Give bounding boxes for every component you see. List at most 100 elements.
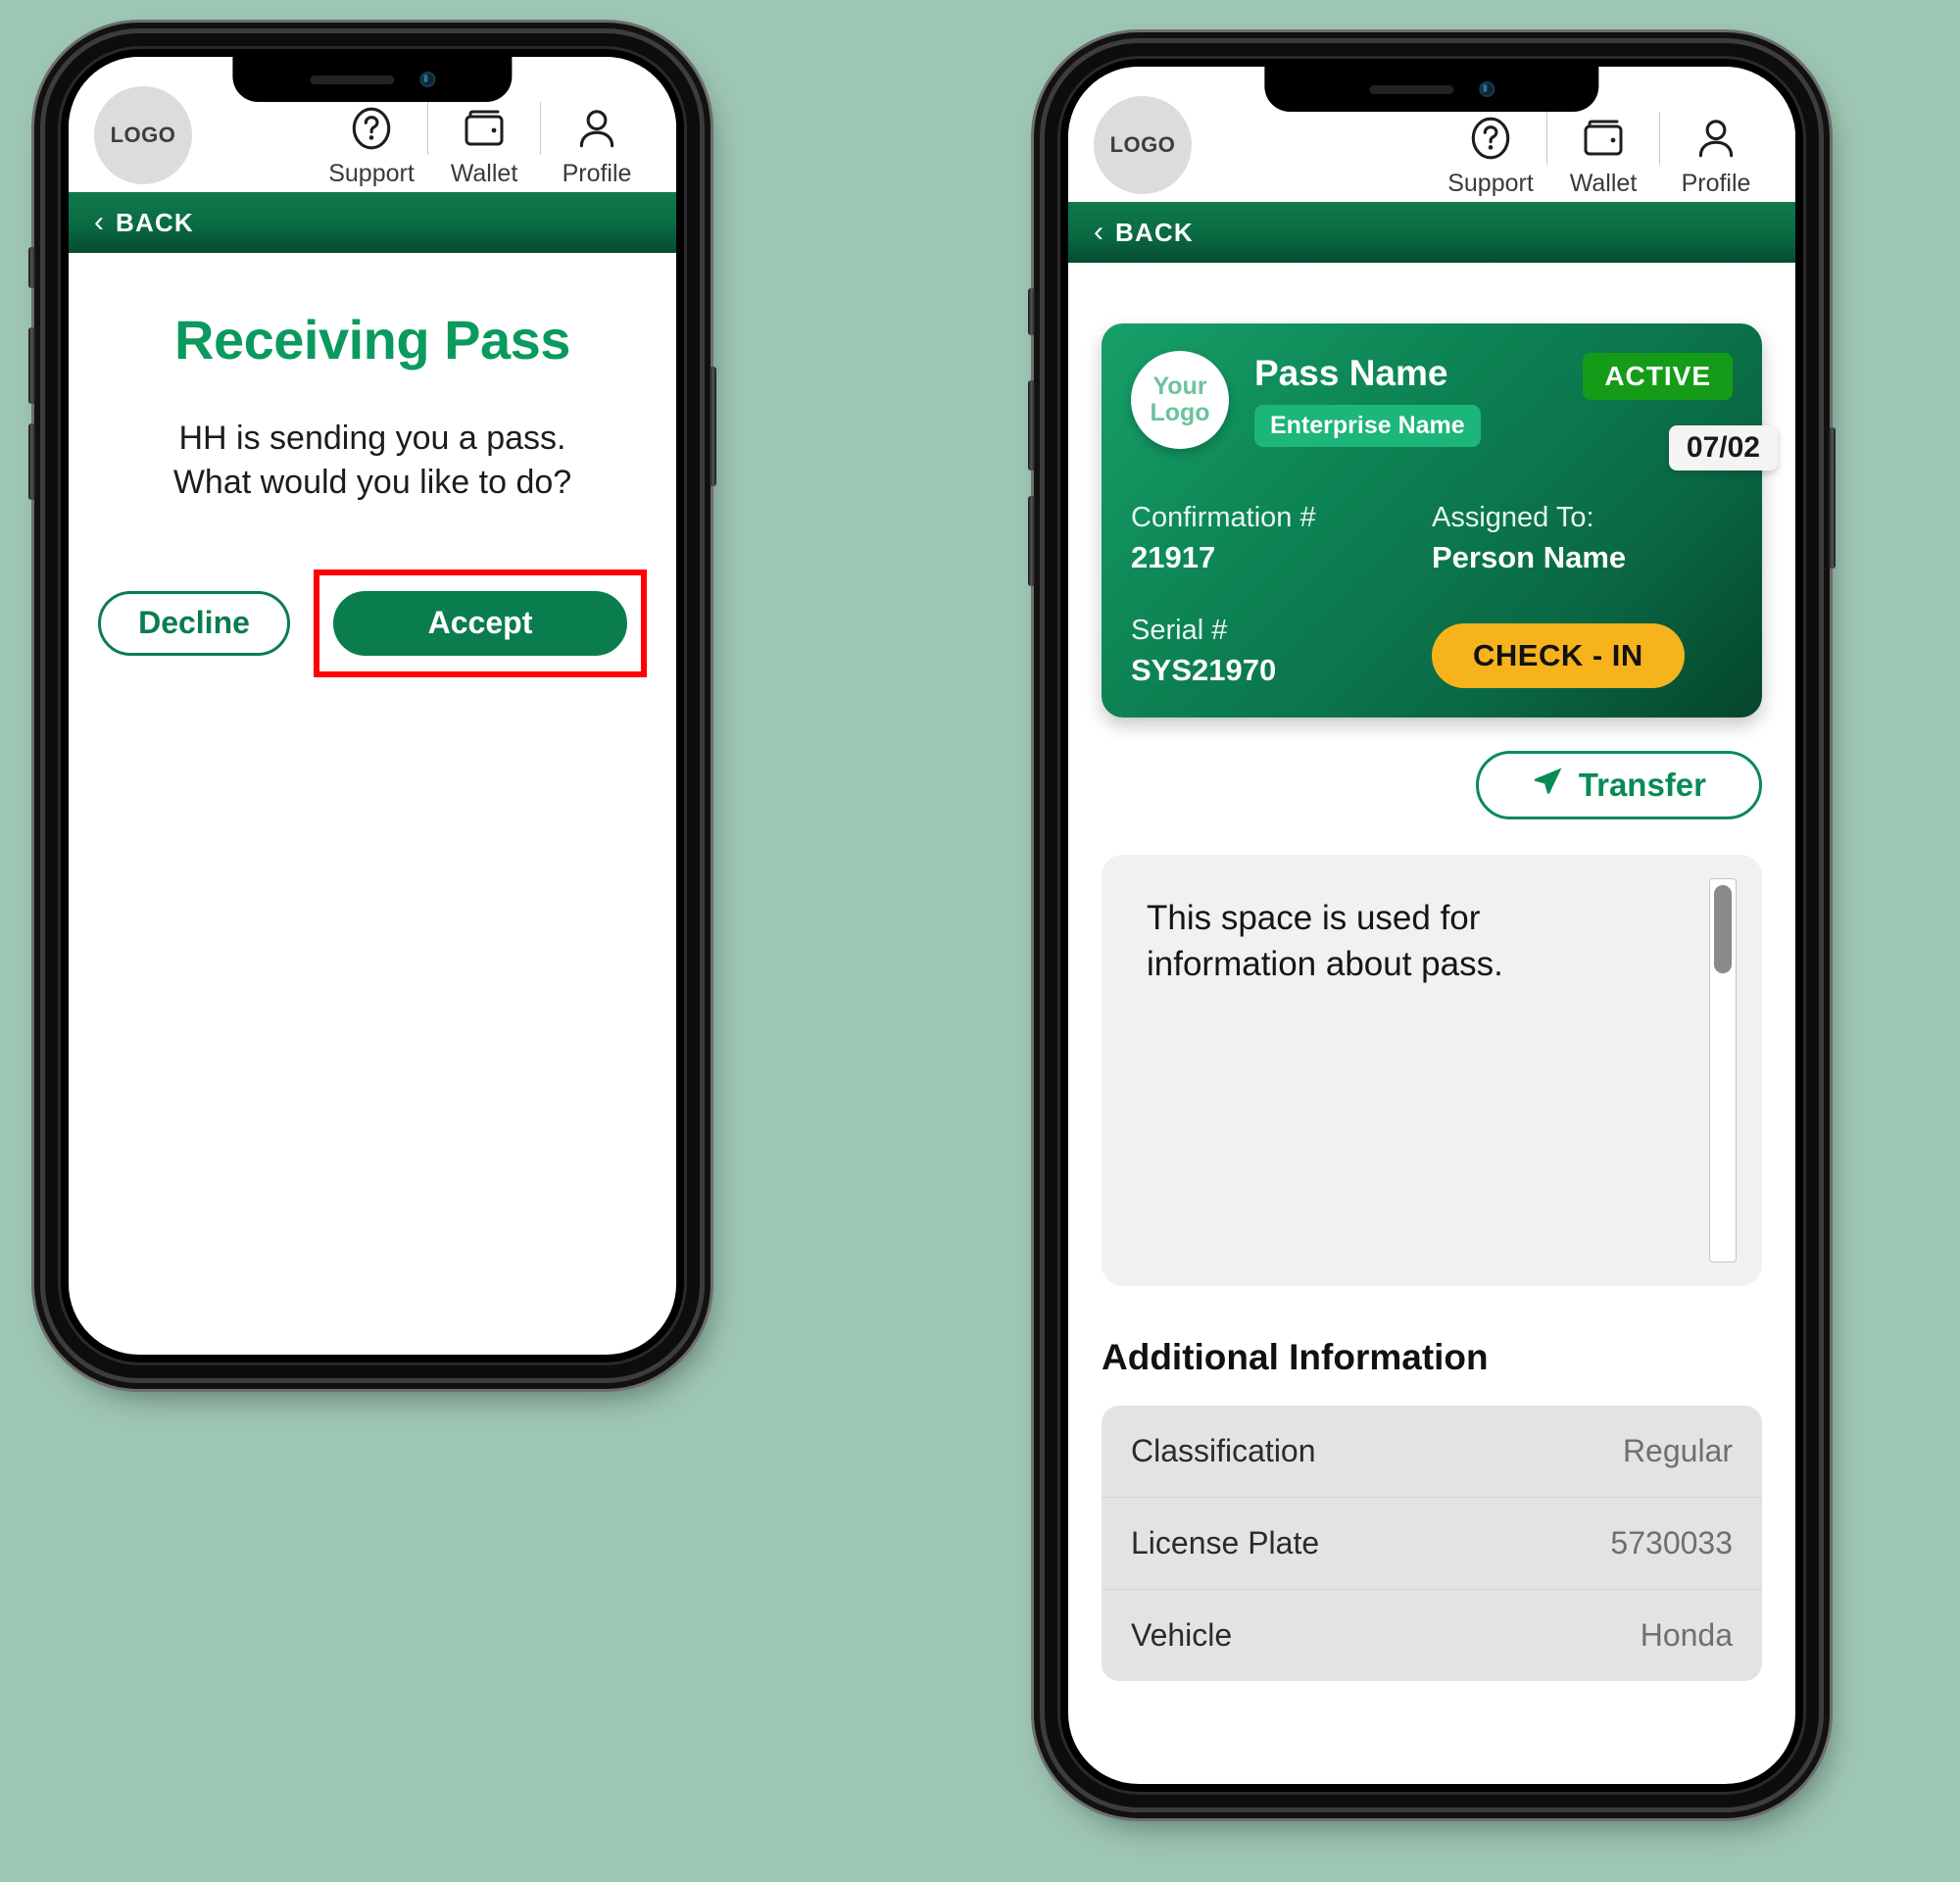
wallet-icon bbox=[1578, 112, 1629, 165]
page-title: Receiving Pass bbox=[174, 309, 570, 371]
person-icon bbox=[572, 102, 621, 155]
notch-right bbox=[1264, 67, 1599, 112]
front-camera-icon bbox=[1479, 81, 1494, 97]
serial-label: Serial # bbox=[1131, 615, 1228, 646]
header-divider-1 bbox=[427, 102, 428, 155]
header-actions-right: Support Wallet Profile bbox=[1437, 112, 1770, 198]
header-action-profile[interactable]: Profile bbox=[543, 102, 651, 188]
pass-card[interactable]: ACTIVE 07/02 Your Logo Pass Name Enterpr… bbox=[1102, 323, 1778, 718]
table-row[interactable]: License Plate 5730033 bbox=[1102, 1498, 1762, 1590]
serial-field: Serial # SYS21970 bbox=[1131, 615, 1432, 688]
question-circle-icon bbox=[1466, 112, 1515, 165]
table-row[interactable]: Classification Regular bbox=[1102, 1406, 1762, 1498]
volume-up-right bbox=[1028, 380, 1035, 470]
header-action-wallet[interactable]: Wallet bbox=[430, 102, 538, 188]
table-row[interactable]: Vehicle Honda bbox=[1102, 1590, 1762, 1681]
header-divider-2 bbox=[1659, 112, 1660, 165]
confirmation-value: 21917 bbox=[1131, 540, 1216, 574]
person-icon bbox=[1691, 112, 1740, 165]
checkin-field: CHECK - IN bbox=[1432, 623, 1733, 688]
send-plane-icon bbox=[1532, 765, 1565, 806]
additional-information-title: Additional Information bbox=[1102, 1337, 1489, 1377]
back-label: BACK bbox=[1115, 217, 1194, 247]
earpiece-speaker-icon bbox=[1369, 84, 1453, 94]
table-row-key: Classification bbox=[1131, 1433, 1316, 1468]
assigned-field: Assigned To: Person Name bbox=[1432, 502, 1733, 575]
screen-right: LOGO Support Wallet Profile ‹ BACK ACTIV… bbox=[1068, 67, 1795, 1784]
pass-card-row-1: Confirmation # 21917 Assigned To: Person… bbox=[1131, 502, 1733, 575]
table-row-key: Vehicle bbox=[1131, 1617, 1233, 1653]
screenshot-stage: LOGO Support Wallet Profile ‹ BACK Recei… bbox=[0, 0, 1960, 1882]
header-actions-left: Support Wallet Profile bbox=[318, 102, 651, 188]
app-logo[interactable]: LOGO bbox=[94, 86, 192, 184]
transfer-label: Transfer bbox=[1578, 767, 1706, 803]
enterprise-name-chip: Enterprise Name bbox=[1254, 405, 1481, 447]
confirmation-field: Confirmation # 21917 bbox=[1131, 502, 1432, 575]
power-button-left bbox=[710, 367, 716, 486]
pass-logo-placeholder: Your Logo bbox=[1131, 351, 1229, 449]
serial-value: SYS21970 bbox=[1131, 653, 1277, 687]
table-row-key: License Plate bbox=[1131, 1525, 1320, 1560]
earpiece-speaker-icon bbox=[310, 74, 394, 84]
header-action-support[interactable]: Support bbox=[1437, 112, 1544, 198]
table-row-value: 5730033 bbox=[1610, 1525, 1733, 1560]
pass-card-titles: Pass Name Enterprise Name bbox=[1254, 351, 1481, 447]
decline-button[interactable]: Decline bbox=[98, 590, 290, 656]
screen-left: LOGO Support Wallet Profile ‹ BACK Recei… bbox=[69, 57, 676, 1355]
pass-date-chip: 07/02 bbox=[1668, 425, 1778, 470]
header-action-profile-label: Profile bbox=[562, 160, 632, 187]
pass-info-text: This space is used for information about… bbox=[1147, 899, 1503, 983]
header-action-support[interactable]: Support bbox=[318, 102, 425, 188]
pass-info-box: This space is used for information about… bbox=[1102, 855, 1762, 1286]
decision-buttons: Decline Accept bbox=[98, 569, 647, 677]
header-divider-1 bbox=[1546, 112, 1547, 165]
receiving-pass-body: Receiving Pass HH is sending you a pass.… bbox=[69, 308, 676, 677]
info-scrollbar-thumb[interactable] bbox=[1714, 885, 1732, 973]
volume-down-left bbox=[28, 423, 35, 500]
table-row-value: Honda bbox=[1640, 1617, 1733, 1653]
mute-switch-right bbox=[1028, 288, 1035, 335]
header-action-support-label: Support bbox=[1447, 170, 1534, 197]
transfer-row: Transfer bbox=[1102, 751, 1762, 819]
status-badge: ACTIVE bbox=[1583, 353, 1733, 400]
accept-button[interactable]: Accept bbox=[333, 590, 627, 656]
header-action-wallet-label: Wallet bbox=[450, 160, 518, 187]
mute-switch-left bbox=[28, 247, 35, 288]
page-subtitle: HH is sending you a pass. What would you… bbox=[98, 417, 647, 505]
header-action-wallet[interactable]: Wallet bbox=[1549, 112, 1657, 198]
phone-left: LOGO Support Wallet Profile ‹ BACK Recei… bbox=[28, 33, 716, 1378]
transfer-button[interactable]: Transfer bbox=[1475, 751, 1762, 819]
header-action-wallet-label: Wallet bbox=[1569, 170, 1638, 197]
subtitle-line-2: What would you like to do? bbox=[172, 463, 572, 501]
chevron-left-icon: ‹ bbox=[1094, 216, 1103, 248]
accept-button-highlight: Accept bbox=[314, 569, 647, 677]
header-action-support-label: Support bbox=[328, 160, 415, 187]
question-circle-icon bbox=[347, 102, 396, 155]
pass-name: Pass Name bbox=[1254, 353, 1448, 393]
back-bar-left[interactable]: ‹ BACK bbox=[69, 192, 676, 253]
front-camera-icon bbox=[419, 72, 435, 87]
header-action-profile-label: Profile bbox=[1681, 170, 1751, 197]
check-in-button[interactable]: CHECK - IN bbox=[1432, 623, 1685, 688]
pass-logo-line-1: Your bbox=[1152, 372, 1207, 400]
header-divider-2 bbox=[540, 102, 541, 155]
pass-card-row-2: Serial # SYS21970 CHECK - IN bbox=[1131, 615, 1733, 688]
info-scrollbar[interactable] bbox=[1709, 878, 1737, 1263]
wallet-icon bbox=[459, 102, 510, 155]
header-action-profile[interactable]: Profile bbox=[1662, 112, 1770, 198]
assigned-label: Assigned To: bbox=[1432, 502, 1594, 533]
subtitle-line-1: HH is sending you a pass. bbox=[178, 420, 566, 457]
pass-logo-line-2: Logo bbox=[1150, 399, 1210, 426]
back-bar-right[interactable]: ‹ BACK bbox=[1068, 202, 1795, 263]
volume-down-right bbox=[1028, 496, 1035, 586]
pass-detail-body: ACTIVE 07/02 Your Logo Pass Name Enterpr… bbox=[1068, 323, 1795, 1681]
confirmation-label: Confirmation # bbox=[1131, 502, 1316, 533]
app-logo[interactable]: LOGO bbox=[1094, 96, 1192, 194]
notch-left bbox=[232, 57, 513, 102]
assigned-value: Person Name bbox=[1432, 540, 1627, 574]
chevron-left-icon: ‹ bbox=[94, 206, 104, 238]
phone-right: LOGO Support Wallet Profile ‹ BACK ACTIV… bbox=[1028, 43, 1836, 1808]
table-row-value: Regular bbox=[1622, 1433, 1733, 1468]
back-label: BACK bbox=[116, 207, 194, 237]
volume-up-left bbox=[28, 327, 35, 404]
